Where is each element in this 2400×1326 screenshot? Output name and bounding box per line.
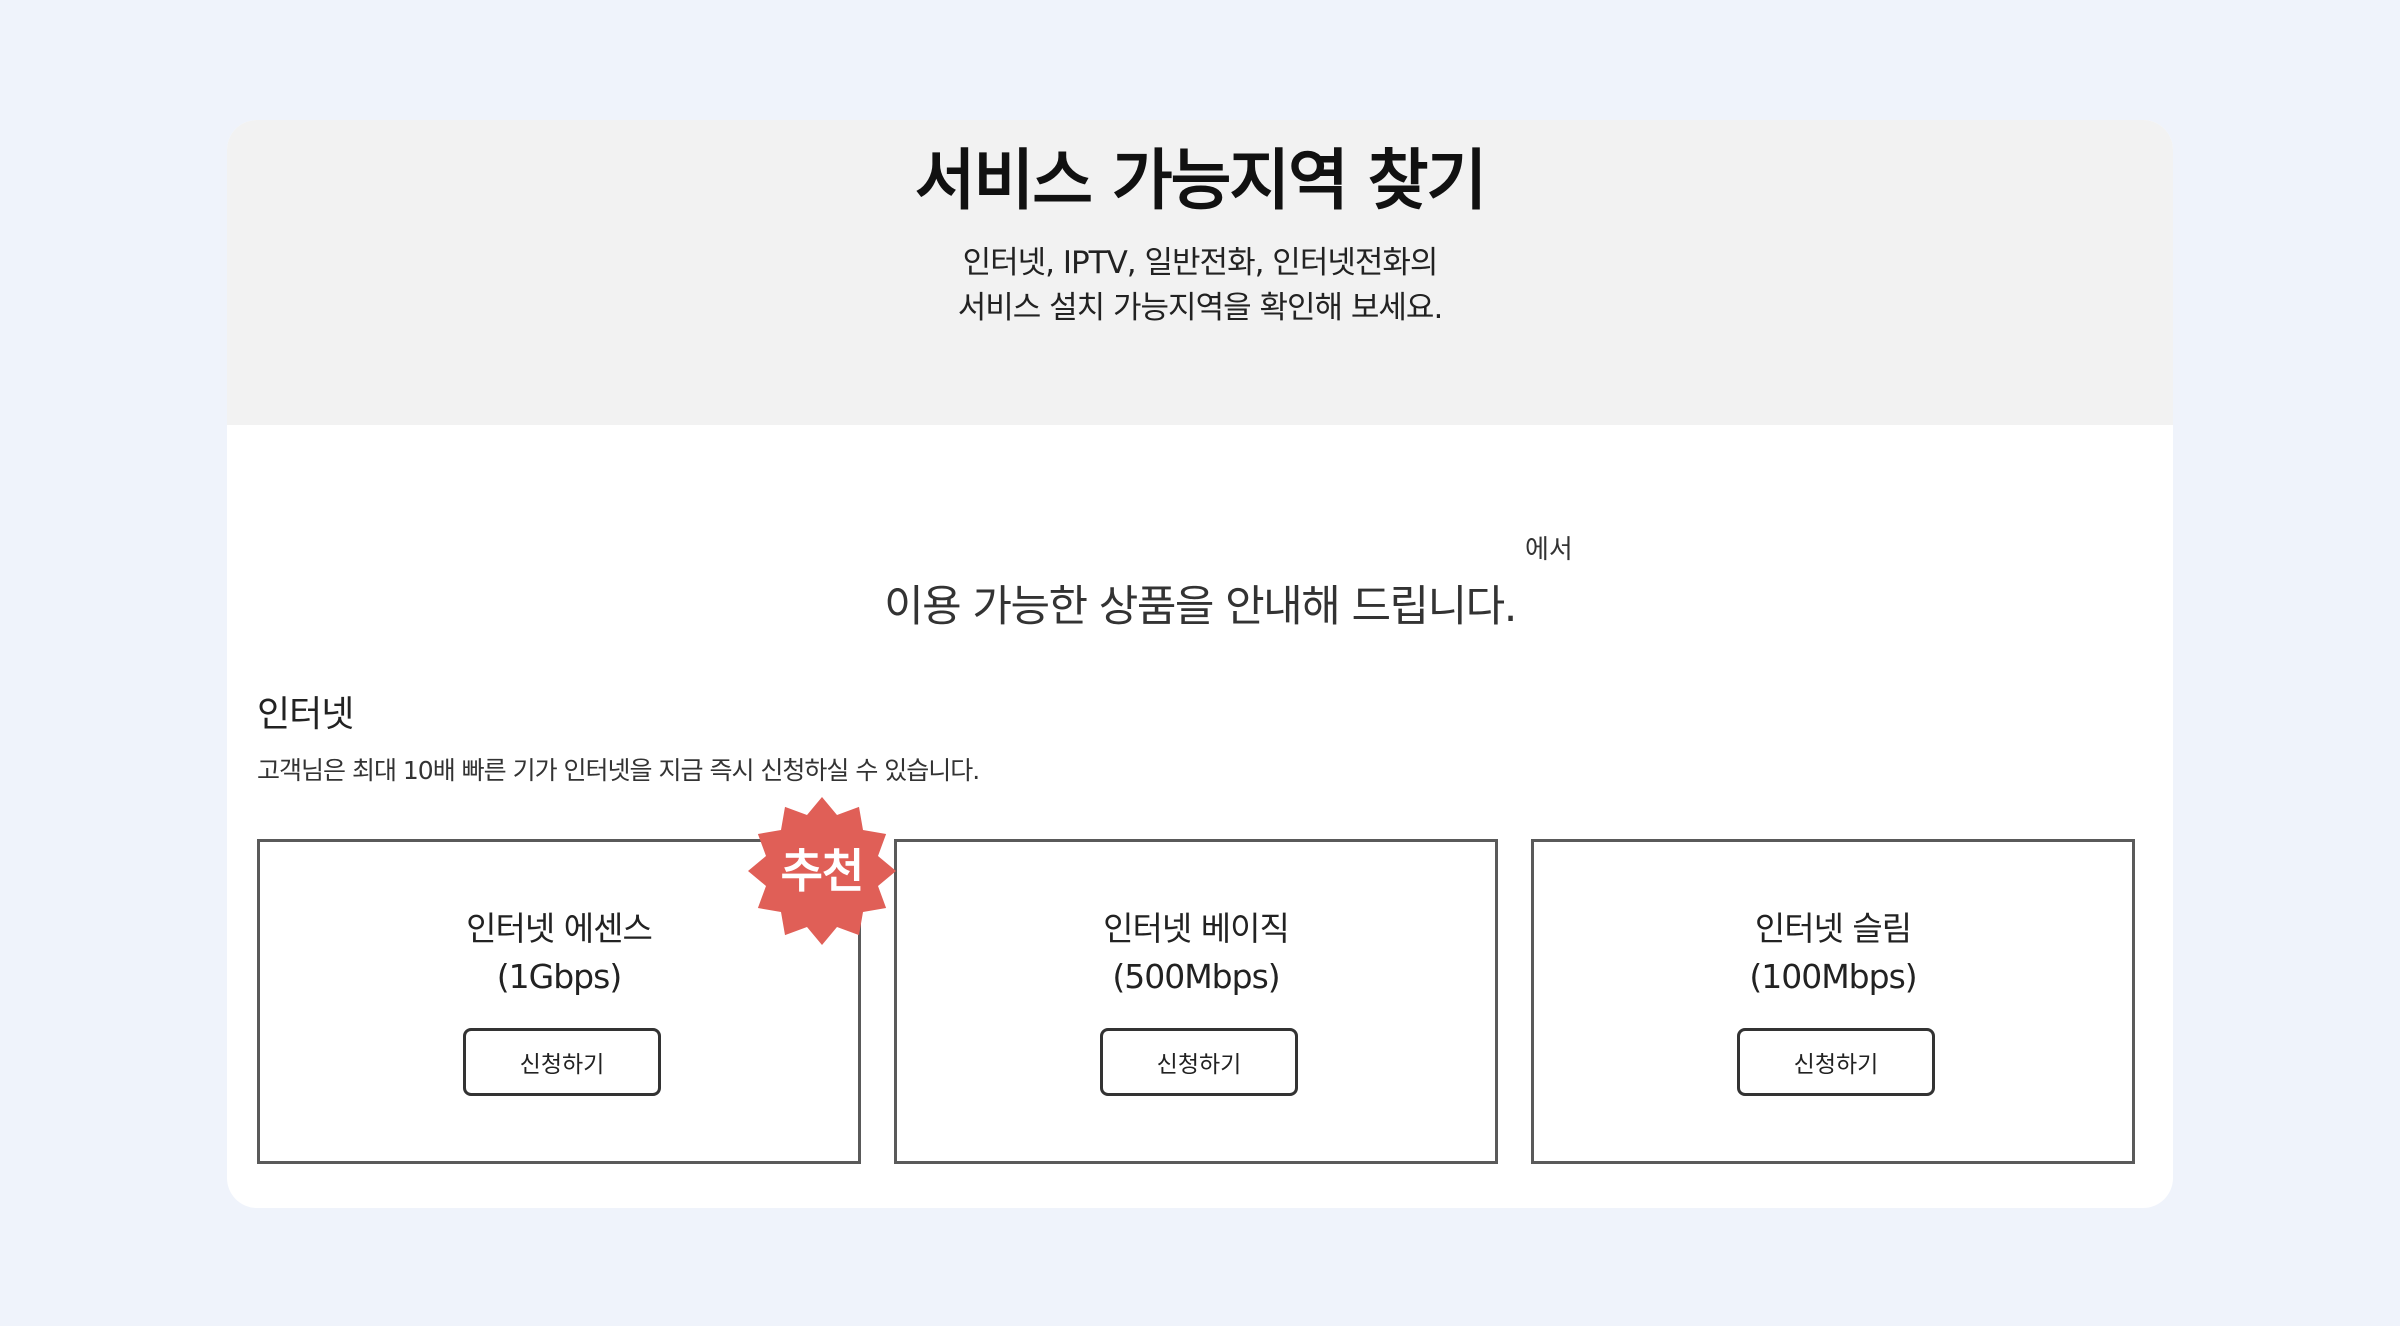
page-subtitle-line-2: 서비스 설치 가능지역을 확인해 보세요. xyxy=(957,290,1444,326)
available-products-heading: 이용 가능한 상품을 안내해 드립니다. xyxy=(884,582,1517,632)
product-name: 인터넷 슬림 xyxy=(1754,909,1912,948)
product-card-basic: 인터넷 베이직 (500Mbps) 신청하기 xyxy=(894,839,1498,1164)
product-name: 인터넷 베이직 xyxy=(1103,909,1290,948)
apply-button-essence[interactable]: 신청하기 xyxy=(463,1028,661,1096)
card-header: 서비스 가능지역 찾기 인터넷, IPTV, 일반전화, 인터넷전화의 서비스 … xyxy=(227,120,2173,425)
recommended-badge: 추천 xyxy=(747,796,897,946)
product-speed: (100Mbps) xyxy=(1749,957,1917,996)
page-subtitle-line-1: 인터넷, IPTV, 일반전화, 인터넷전화의 xyxy=(962,245,1439,281)
product-speed: (500Mbps) xyxy=(1112,957,1280,996)
apply-button-basic[interactable]: 신청하기 xyxy=(1100,1028,1298,1096)
internet-section-title: 인터넷 xyxy=(257,694,354,735)
location-suffix: 에서 xyxy=(1525,535,1573,565)
recommended-badge-label: 추천 xyxy=(780,844,865,898)
service-area-card: 서비스 가능지역 찾기 인터넷, IPTV, 일반전화, 인터넷전화의 서비스 … xyxy=(227,120,2173,1208)
apply-button-slim[interactable]: 신청하기 xyxy=(1737,1028,1935,1096)
product-card-slim: 인터넷 슬림 (100Mbps) 신청하기 xyxy=(1531,839,2135,1164)
internet-section-description: 고객님은 최대 10배 빠른 기가 인터넷을 지금 즉시 신청하실 수 있습니다… xyxy=(257,756,980,785)
page-title: 서비스 가능지역 찾기 xyxy=(914,142,1487,219)
product-speed: (1Gbps) xyxy=(496,957,622,996)
